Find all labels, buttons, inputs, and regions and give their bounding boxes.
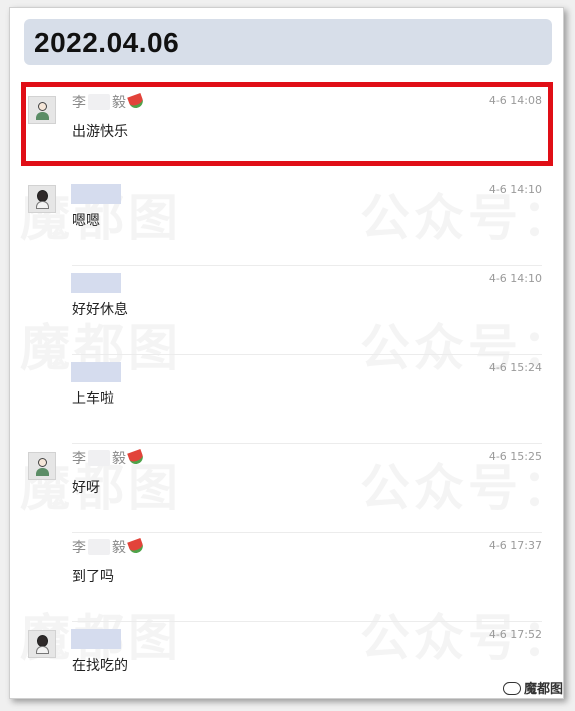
chat-message[interactable]: 4-6 14:10 好好休息	[24, 266, 552, 355]
wechat-icon	[502, 682, 521, 695]
message-time: 4-6 15:24	[488, 361, 542, 374]
avatar[interactable]	[28, 630, 56, 658]
message-time: 4-6 14:10	[488, 183, 542, 196]
name-mask	[88, 539, 110, 555]
message-time: 4-6 17:52	[488, 628, 542, 641]
highlight-box	[21, 82, 553, 166]
message-time: 4-6 15:25	[488, 450, 542, 463]
message-text: 在找吃的	[72, 658, 128, 674]
sender-name-redacted	[71, 273, 121, 293]
sender-name-redacted	[71, 184, 121, 204]
message-time: 4-6 14:10	[488, 272, 542, 285]
date-label: 2022.04.06	[34, 27, 180, 58]
source-credit: 魔都图	[502, 678, 563, 697]
message-text: 好好休息	[72, 302, 128, 318]
chat-record-panel: 魔都图 公众号： 魔都图 公众号： 魔都图 公众号： 魔都图 公众号： 2022…	[9, 7, 572, 699]
watermelon-emoji-icon	[127, 537, 145, 556]
chat-message[interactable]: 4-6 14:10 嗯嗯	[24, 177, 552, 266]
sender-name-redacted	[71, 629, 121, 649]
chat-message[interactable]: 4-6 15:24 上车啦	[24, 355, 552, 444]
sender-name-redacted	[71, 362, 121, 382]
message-text: 到了吗	[72, 569, 114, 585]
message-text: 上车啦	[72, 391, 114, 407]
watermelon-emoji-icon	[127, 448, 145, 467]
name-mask	[88, 450, 110, 466]
chat-message[interactable]: 李毅 4-6 15:25 好呀	[24, 444, 552, 533]
date-header: 2022.04.06	[24, 19, 552, 65]
sender-name: 李毅	[72, 537, 145, 558]
avatar[interactable]	[28, 452, 56, 480]
chat-message[interactable]: 李毅 4-6 17:37 到了吗	[24, 533, 552, 622]
message-text: 好呀	[72, 480, 100, 496]
message-time: 4-6 17:37	[488, 539, 542, 552]
avatar[interactable]	[28, 185, 56, 213]
chat-message[interactable]: 4-6 17:52 在找吃的	[24, 622, 552, 711]
sender-name: 李毅	[72, 448, 145, 469]
message-text: 嗯嗯	[72, 213, 100, 229]
